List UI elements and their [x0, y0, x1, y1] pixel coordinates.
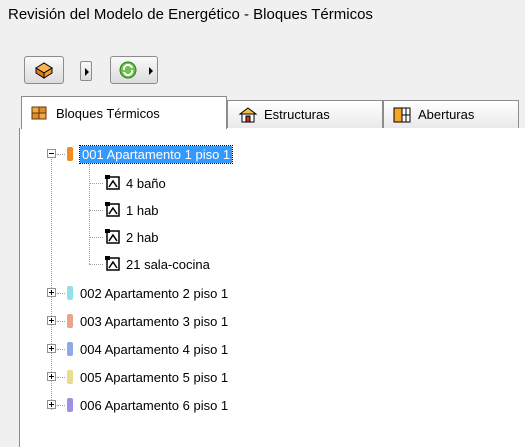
expand-toggle[interactable]	[47, 400, 56, 409]
blocks-icon	[31, 106, 47, 120]
tree-connector	[57, 154, 65, 155]
tree-space-item[interactable]: 2 hab	[104, 227, 159, 247]
collapse-toggle[interactable]	[47, 149, 56, 158]
thermal-block-button[interactable]	[24, 56, 64, 84]
tree-connector	[57, 349, 65, 350]
window-icon	[393, 107, 411, 122]
block-color-swatch	[67, 398, 73, 412]
tree-item-label: 006 Apartamento 6 piso 1	[80, 397, 229, 413]
tree-connector	[89, 210, 103, 211]
refresh-button[interactable]	[110, 56, 158, 84]
tree-item-label: 002 Apartamento 2 piso 1	[80, 285, 229, 301]
tree-connector	[89, 237, 103, 238]
thermal-blocks-tree: 001 Apartamento 1 piso 1 4 baño 1 hab 2 …	[19, 128, 525, 447]
tree-block-item[interactable]: 001 Apartamento 1 piso 1	[78, 144, 234, 164]
thermal-block-dropdown[interactable]	[80, 61, 92, 81]
tree-connector	[89, 264, 103, 265]
tree-block-item[interactable]: 006 Apartamento 6 piso 1	[80, 395, 228, 415]
orange-block-icon	[35, 62, 53, 79]
tree-connector	[57, 377, 65, 378]
tree-item-label: 001 Apartamento 1 piso 1	[78, 144, 234, 164]
tree-connector	[57, 321, 65, 322]
expand-toggle[interactable]	[47, 344, 56, 353]
block-color-swatch	[67, 370, 73, 384]
tree-space-item[interactable]: 1 hab	[104, 200, 159, 220]
tree-connector	[89, 164, 90, 264]
block-color-swatch	[67, 314, 73, 328]
tree-block-item[interactable]: 005 Apartamento 5 piso 1	[80, 367, 228, 387]
tree-connector	[57, 293, 65, 294]
tab-label: Estructuras	[264, 107, 330, 122]
house-icon	[238, 106, 258, 122]
block-color-swatch	[67, 147, 73, 161]
tree-item-label: 004 Apartamento 4 piso 1	[80, 341, 229, 357]
expand-toggle[interactable]	[47, 372, 56, 381]
tree-space-item[interactable]: 21 sala-cocina	[104, 254, 210, 274]
tab-aberturas[interactable]: Aberturas	[383, 100, 519, 128]
tree-item-label: 1 hab	[126, 202, 159, 218]
tree-space-item[interactable]: 4 baño	[104, 173, 166, 193]
tab-label: Aberturas	[418, 107, 475, 122]
tab-label: Bloques Térmicos	[56, 105, 160, 121]
space-icon	[105, 229, 120, 244]
tree-item-label: 21 sala-cocina	[126, 256, 210, 272]
tree-block-item[interactable]: 003 Apartamento 3 piso 1	[80, 311, 228, 331]
green-refresh-icon	[119, 61, 137, 79]
tree-connector	[57, 405, 65, 406]
tree-connector	[89, 183, 103, 184]
window-title: Revisión del Modelo de Energético - Bloq…	[8, 6, 373, 23]
expand-toggle[interactable]	[47, 288, 56, 297]
block-color-swatch	[67, 286, 73, 300]
tree-block-item[interactable]: 002 Apartamento 2 piso 1	[80, 283, 228, 303]
space-icon	[105, 202, 120, 217]
tree-block-item[interactable]: 004 Apartamento 4 piso 1	[80, 339, 228, 359]
space-icon	[105, 175, 120, 190]
tree-item-label: 005 Apartamento 5 piso 1	[80, 369, 229, 385]
expand-toggle[interactable]	[47, 316, 56, 325]
block-color-swatch	[67, 342, 73, 356]
tree-item-label: 003 Apartamento 3 piso 1	[80, 313, 229, 329]
tree-item-label: 4 baño	[126, 175, 166, 191]
space-icon	[105, 256, 120, 271]
tab-bloques-termicos[interactable]: Bloques Térmicos	[21, 96, 227, 129]
tree-item-label: 2 hab	[126, 229, 159, 245]
tab-estructuras[interactable]: Estructuras	[227, 100, 383, 128]
